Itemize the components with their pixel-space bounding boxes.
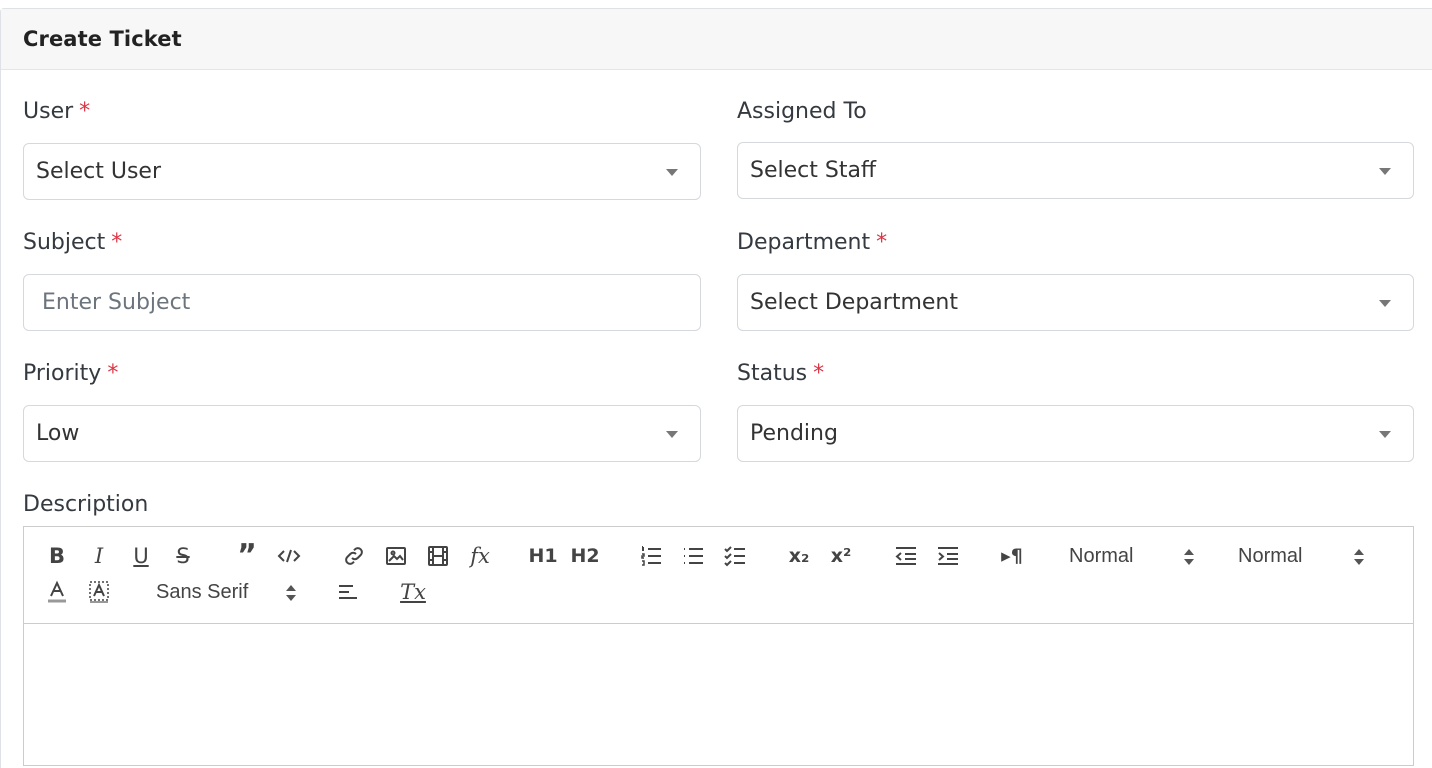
code-block-icon bbox=[277, 549, 301, 563]
editor-content-area[interactable] bbox=[24, 624, 1413, 764]
subject-label-text: Subject bbox=[23, 230, 106, 255]
header-picker[interactable]: Normal bbox=[1238, 542, 1302, 570]
chevron-down-icon bbox=[1379, 167, 1391, 175]
department-label-text: Department bbox=[737, 230, 871, 255]
clear-format-icon: Tx bbox=[400, 580, 426, 604]
font-picker-label: Sans Serif bbox=[156, 580, 249, 603]
bullet-list-icon bbox=[684, 548, 703, 564]
link-button[interactable] bbox=[339, 542, 369, 570]
status-select[interactable]: Pending bbox=[737, 405, 1414, 462]
outdent-icon bbox=[895, 547, 916, 565]
video-button[interactable] bbox=[423, 542, 453, 570]
underline-icon: U bbox=[133, 544, 149, 568]
up-down-icon bbox=[1184, 549, 1194, 565]
required-mark: * bbox=[111, 230, 123, 255]
underline-button[interactable]: U bbox=[126, 542, 156, 570]
status-select-value: Pending bbox=[750, 421, 838, 446]
required-mark: * bbox=[107, 361, 119, 386]
priority-select[interactable]: Low bbox=[23, 405, 701, 462]
background-color-button[interactable] bbox=[84, 578, 114, 606]
size-picker-label: Normal bbox=[1069, 544, 1134, 567]
link-icon bbox=[345, 547, 363, 565]
header1-button[interactable]: H1 bbox=[528, 542, 558, 570]
video-icon bbox=[428, 546, 448, 566]
background-color-icon bbox=[89, 581, 109, 603]
check-list-button[interactable] bbox=[720, 542, 750, 570]
up-down-icon bbox=[286, 585, 296, 601]
priority-label-text: Priority bbox=[23, 361, 102, 386]
direction-icon: ▸¶ bbox=[1001, 545, 1023, 567]
italic-icon: I bbox=[94, 544, 104, 568]
bold-icon: B bbox=[48, 544, 65, 568]
superscript-button[interactable]: x² bbox=[826, 542, 856, 570]
outdent-button[interactable] bbox=[891, 542, 921, 570]
size-picker[interactable]: Normal bbox=[1069, 542, 1133, 570]
priority-select-value: Low bbox=[36, 421, 80, 446]
chevron-down-icon bbox=[666, 168, 678, 176]
ordered-list-button[interactable] bbox=[636, 542, 666, 570]
department-select[interactable]: Select Department bbox=[737, 274, 1414, 331]
align-button[interactable] bbox=[333, 578, 363, 606]
description-editor: B I U S ” fx H1 H2 x₂ x² ▸¶ Normal Norma… bbox=[23, 526, 1414, 766]
department-label: Department * bbox=[737, 230, 887, 255]
indent-button[interactable] bbox=[933, 542, 963, 570]
font-picker[interactable]: Sans Serif bbox=[156, 578, 248, 606]
direction-button[interactable]: ▸¶ bbox=[997, 542, 1027, 570]
align-icon bbox=[339, 585, 357, 599]
formula-icon: fx bbox=[470, 544, 490, 568]
header2-icon: H2 bbox=[570, 545, 600, 567]
ordered-list-icon bbox=[641, 546, 661, 566]
assigned-to-select-value: Select Staff bbox=[750, 158, 877, 183]
description-label-text: Description bbox=[23, 492, 149, 517]
assigned-to-label: Assigned To bbox=[737, 99, 867, 124]
priority-label: Priority * bbox=[23, 361, 118, 386]
subscript-button[interactable]: x₂ bbox=[784, 542, 814, 570]
status-label-text: Status bbox=[737, 361, 808, 386]
user-select[interactable]: Select User bbox=[23, 143, 701, 200]
formula-button[interactable]: fx bbox=[465, 542, 495, 570]
blockquote-icon: ” bbox=[237, 538, 257, 573]
editor-toolbar: B I U S ” fx H1 H2 x₂ x² ▸¶ Normal Norma… bbox=[24, 527, 1413, 624]
assigned-to-select[interactable]: Select Staff bbox=[737, 142, 1414, 199]
check-list-icon bbox=[724, 546, 745, 567]
strike-button[interactable]: S bbox=[168, 542, 198, 570]
text-color-icon bbox=[48, 580, 66, 603]
page-title: Create Ticket bbox=[23, 27, 182, 51]
department-select-value: Select Department bbox=[750, 290, 958, 315]
subject-label: Subject * bbox=[23, 230, 122, 255]
blockquote-button[interactable]: ” bbox=[232, 538, 262, 573]
code-block-button[interactable] bbox=[274, 542, 304, 570]
subject-input[interactable] bbox=[42, 290, 700, 315]
italic-button[interactable]: I bbox=[84, 542, 114, 570]
user-select-value: Select User bbox=[36, 159, 162, 184]
chevron-down-icon bbox=[1379, 299, 1391, 307]
header-picker-label: Normal bbox=[1238, 544, 1303, 567]
strike-icon: S bbox=[176, 544, 190, 568]
header1-icon: H1 bbox=[528, 545, 558, 567]
user-label: User * bbox=[23, 99, 90, 124]
assigned-to-label-text: Assigned To bbox=[737, 99, 867, 124]
description-label: Description bbox=[23, 492, 148, 517]
image-button[interactable] bbox=[381, 542, 411, 570]
superscript-icon: x² bbox=[830, 545, 852, 567]
header2-button[interactable]: H2 bbox=[570, 542, 600, 570]
bold-button[interactable]: B bbox=[42, 542, 72, 570]
image-icon bbox=[386, 547, 406, 565]
required-mark: * bbox=[79, 99, 91, 124]
required-mark: * bbox=[876, 230, 888, 255]
text-color-button[interactable] bbox=[42, 578, 72, 606]
card-header: Create Ticket bbox=[1, 9, 1432, 70]
subscript-icon: x₂ bbox=[788, 545, 810, 567]
bullet-list-button[interactable] bbox=[678, 542, 708, 570]
status-label: Status * bbox=[737, 361, 824, 386]
chevron-down-icon bbox=[1379, 430, 1391, 438]
required-mark: * bbox=[813, 361, 825, 386]
indent-icon bbox=[938, 547, 958, 565]
chevron-down-icon bbox=[666, 430, 678, 438]
clean-button[interactable]: Tx bbox=[398, 578, 428, 606]
up-down-icon bbox=[1354, 549, 1364, 565]
user-label-text: User bbox=[23, 99, 74, 124]
subject-field[interactable] bbox=[23, 274, 701, 331]
